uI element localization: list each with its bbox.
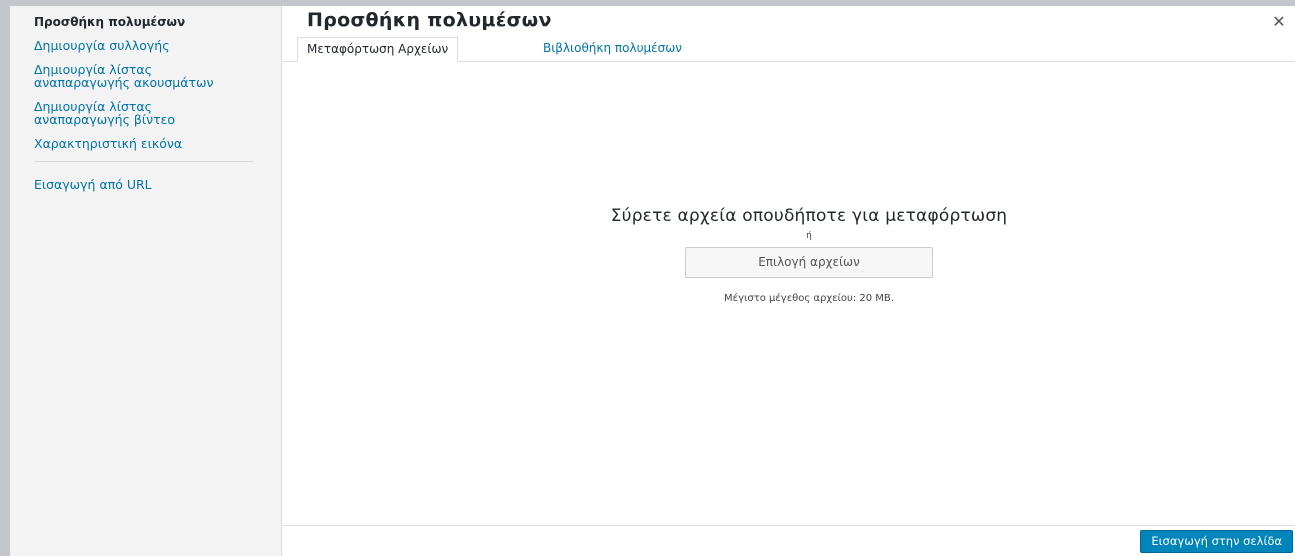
select-files-button[interactable]: Επιλογή αρχείων: [685, 247, 933, 278]
sidebar-item-create-video-playlist[interactable]: Δημιουργία λίστας αναπαραγωγής βίντεο: [34, 100, 234, 126]
sidebar-item-featured-image[interactable]: Χαρακτηριστική εικόνα: [34, 137, 234, 150]
sidebar-separator: [34, 161, 254, 162]
sidebar-item-add-media[interactable]: Προσθήκη πολυμέσων: [34, 16, 234, 29]
media-toolbar: Εισαγωγή στην σελίδα: [283, 525, 1295, 556]
media-router-tabs: Μεταφόρτωση Αρχείων Βιβλιοθήκη πολυμέσων: [283, 37, 1295, 62]
close-icon[interactable]: ✕: [1267, 10, 1291, 34]
insert-into-page-button[interactable]: Εισαγωγή στην σελίδα: [1140, 530, 1293, 553]
upload-instructions: Σύρετε αρχεία οπουδήποτε για μεταφόρτωση: [610, 206, 1008, 226]
upload-or-text: ή: [806, 231, 812, 241]
upload-dropzone[interactable]: Σύρετε αρχεία οπουδήποτε για μεταφόρτωση…: [283, 206, 1295, 304]
media-modal: Προσθήκη πολυμέσων Δημιουργία συλλογής Δ…: [10, 6, 1295, 556]
modal-backdrop: Προσθήκη πολυμέσων Δημιουργία συλλογής Δ…: [0, 0, 1295, 556]
sidebar-item-insert-from-url[interactable]: Εισαγωγή από URL: [34, 178, 234, 191]
media-main-panel: Προσθήκη πολυμέσων ✕ Μεταφόρτωση Αρχείων…: [283, 6, 1295, 556]
media-sidebar-menu: Προσθήκη πολυμέσων Δημιουργία συλλογής Δ…: [10, 6, 282, 556]
max-upload-size: Μέγιστο μέγεθος αρχείου: 20 MB.: [724, 293, 894, 304]
sidebar-item-create-gallery[interactable]: Δημιουργία συλλογής: [34, 39, 234, 52]
tab-media-library[interactable]: Βιβλιοθήκη πολυμέσων: [534, 37, 691, 62]
modal-title: Προσθήκη πολυμέσων: [307, 9, 552, 31]
tab-upload-files[interactable]: Μεταφόρτωση Αρχείων: [297, 37, 459, 62]
sidebar-item-create-audio-playlist[interactable]: Δημιουργία λίστας αναπαραγωγής ακουσμάτω…: [34, 63, 234, 89]
